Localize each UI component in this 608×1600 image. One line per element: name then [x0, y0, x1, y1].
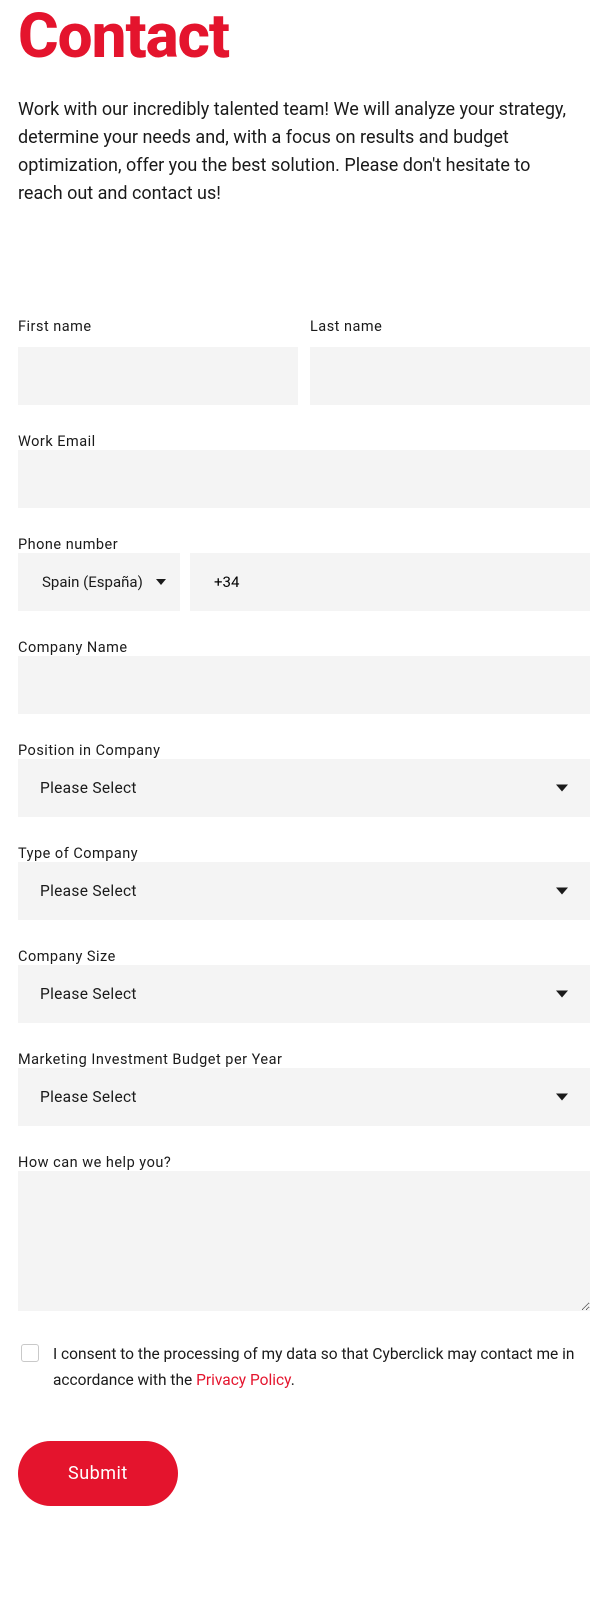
intro-paragraph: Work with our incredibly talented team! … — [18, 96, 578, 208]
consent-suffix: . — [291, 1371, 295, 1389]
phone-country-select[interactable]: Spain (España) — [18, 553, 180, 611]
position-select[interactable]: Please Select — [18, 759, 590, 817]
last-name-input[interactable] — [310, 347, 590, 405]
chevron-down-icon — [156, 579, 166, 585]
page-title: Contact — [18, 6, 590, 68]
first-name-input[interactable] — [18, 347, 298, 405]
chevron-down-icon — [556, 784, 568, 791]
size-select-value: Please Select — [40, 985, 137, 1003]
last-name-label: Last name — [310, 318, 590, 335]
type-select[interactable]: Please Select — [18, 862, 590, 920]
chevron-down-icon — [556, 990, 568, 997]
budget-select[interactable]: Please Select — [18, 1068, 590, 1126]
company-name-label: Company Name — [18, 639, 128, 656]
consent-prefix: I consent to the processing of my data s… — [53, 1345, 574, 1389]
email-input[interactable] — [18, 450, 590, 508]
type-label: Type of Company — [18, 845, 138, 862]
email-label: Work Email — [18, 433, 96, 450]
submit-button[interactable]: Submit — [18, 1441, 178, 1506]
budget-label: Marketing Investment Budget per Year — [18, 1051, 282, 1068]
contact-form: First name Last name Work Email Phone nu… — [18, 318, 590, 1507]
help-textarea[interactable] — [18, 1171, 590, 1311]
type-select-value: Please Select — [40, 882, 137, 900]
position-label: Position in Company — [18, 742, 160, 759]
help-label: How can we help you? — [18, 1154, 171, 1171]
size-label: Company Size — [18, 948, 116, 965]
chevron-down-icon — [556, 1093, 568, 1100]
consent-checkbox[interactable] — [21, 1344, 39, 1362]
phone-number-input[interactable] — [190, 553, 590, 611]
first-name-label: First name — [18, 318, 298, 335]
position-select-value: Please Select — [40, 779, 137, 797]
chevron-down-icon — [556, 887, 568, 894]
phone-country-value: Spain (España) — [42, 573, 143, 591]
phone-label: Phone number — [18, 536, 118, 553]
privacy-policy-link[interactable]: Privacy Policy — [196, 1371, 291, 1389]
size-select[interactable]: Please Select — [18, 965, 590, 1023]
company-name-input[interactable] — [18, 656, 590, 714]
consent-text: I consent to the processing of my data s… — [53, 1341, 587, 1394]
budget-select-value: Please Select — [40, 1088, 137, 1106]
